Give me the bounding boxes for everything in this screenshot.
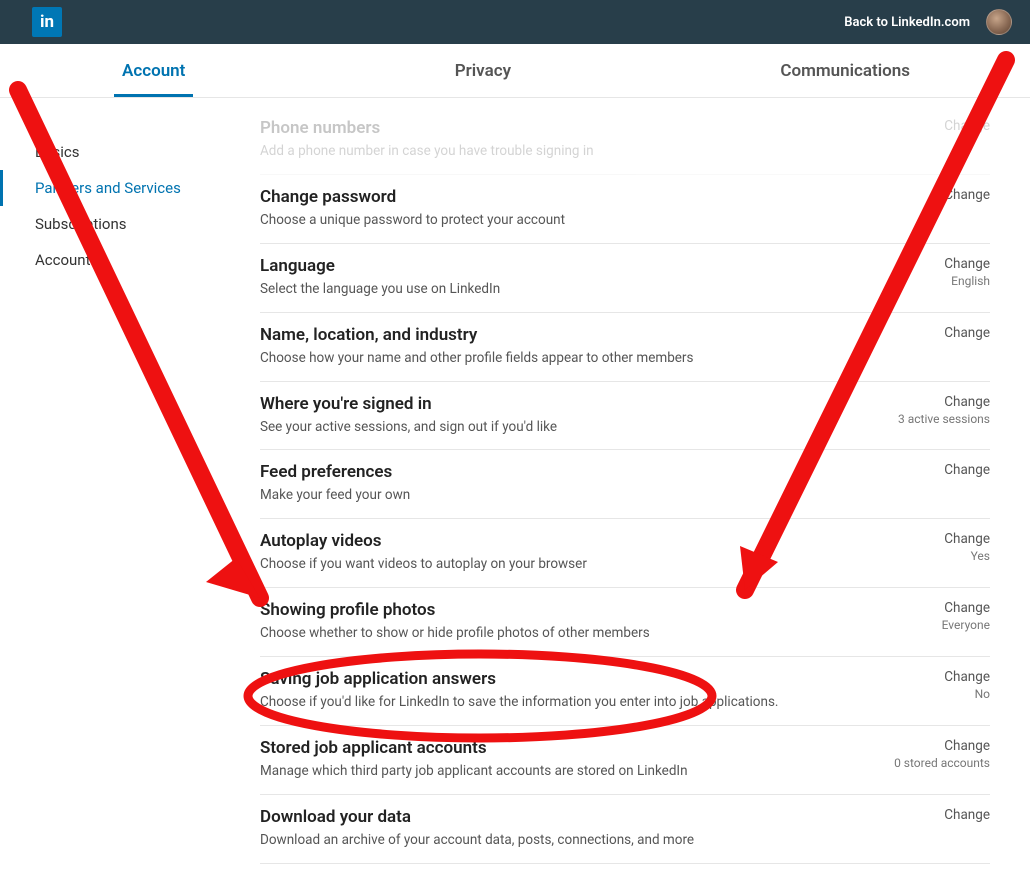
setting-value: 3 active sessions [870, 412, 990, 426]
setting-value: 0 stored accounts [870, 756, 990, 770]
tab-account[interactable]: Account [122, 44, 185, 97]
setting-left: Stored job applicant accounts Manage whi… [260, 738, 850, 781]
setting-desc: See your active sessions, and sign out i… [260, 418, 850, 437]
setting-title: Showing profile photos [260, 600, 850, 620]
setting-desc: Choose if you want videos to autoplay on… [260, 555, 850, 574]
setting-right: Change English [870, 256, 990, 288]
setting-left: Change password Choose a unique password… [260, 187, 850, 230]
setting-right: Change Yes [870, 531, 990, 563]
setting-right: Change 0 stored accounts [870, 738, 990, 770]
setting-desc: Choose a unique password to protect your… [260, 211, 850, 230]
app-header: in Back to LinkedIn.com [0, 0, 1030, 44]
change-link[interactable]: Change [870, 738, 990, 754]
setting-row-change-password[interactable]: Change password Choose a unique password… [260, 175, 990, 244]
setting-title: Download your data [260, 807, 850, 827]
setting-row-language[interactable]: Language Select the language you use on … [260, 244, 990, 313]
setting-row-feed-preferences[interactable]: Feed preferences Make your feed your own… [260, 450, 990, 519]
setting-desc: Manage which third party job applicant a… [260, 762, 850, 781]
setting-row-where-signed-in[interactable]: Where you're signed in See your active s… [260, 382, 990, 451]
setting-value: Everyone [870, 618, 990, 632]
setting-right: Change No [870, 669, 990, 701]
setting-row-saving-job-application-answers[interactable]: Saving job application answers Choose if… [260, 657, 990, 726]
change-link[interactable]: Change [870, 600, 990, 616]
change-link[interactable]: Change [870, 394, 990, 410]
setting-right: Change [870, 807, 990, 825]
settings-body: Basics Partners and Services Subscriptio… [0, 98, 1030, 884]
setting-desc: Choose how your name and other profile f… [260, 349, 850, 368]
setting-left: Phone numbers Add a phone number in case… [260, 118, 850, 161]
setting-desc: Choose whether to show or hide profile p… [260, 624, 850, 643]
setting-desc: Select the language you use on LinkedIn [260, 280, 850, 299]
setting-title: Stored job applicant accounts [260, 738, 850, 758]
sidebar-item-subscriptions[interactable]: Subscriptions [0, 206, 260, 242]
setting-title: Where you're signed in [260, 394, 850, 414]
setting-right: Change Everyone [870, 600, 990, 632]
setting-row-stored-job-applicant-accounts[interactable]: Stored job applicant accounts Manage whi… [260, 726, 990, 795]
change-link[interactable]: Change [870, 531, 990, 547]
change-link[interactable]: Change [870, 325, 990, 341]
change-link[interactable]: Change [870, 462, 990, 478]
sidebar-item-basics[interactable]: Basics [0, 134, 260, 170]
setting-right: Change [870, 462, 990, 480]
setting-left: Name, location, and industry Choose how … [260, 325, 850, 368]
setting-value: Yes [870, 549, 990, 563]
setting-title: Saving job application answers [260, 669, 850, 689]
avatar[interactable] [986, 9, 1012, 35]
setting-left: Autoplay videos Choose if you want video… [260, 531, 850, 574]
settings-main: Phone numbers Add a phone number in case… [260, 98, 1030, 884]
tab-privacy[interactable]: Privacy [455, 44, 511, 97]
setting-desc: Choose if you'd like for LinkedIn to sav… [260, 693, 850, 712]
setting-row-phone-numbers[interactable]: Phone numbers Add a phone number in case… [260, 106, 990, 175]
tab-communications[interactable]: Communications [780, 44, 910, 97]
setting-desc: Add a phone number in case you have trou… [260, 142, 850, 161]
header-right: Back to LinkedIn.com [844, 9, 1012, 35]
sidebar-item-account[interactable]: Account [0, 242, 260, 278]
setting-left: Saving job application answers Choose if… [260, 669, 850, 712]
setting-title: Language [260, 256, 850, 276]
setting-row-showing-profile-photos[interactable]: Showing profile photos Choose whether to… [260, 588, 990, 657]
settings-sidebar: Basics Partners and Services Subscriptio… [0, 98, 260, 884]
setting-title: Autoplay videos [260, 531, 850, 551]
change-link[interactable]: Change [870, 118, 990, 134]
setting-row-download-your-data[interactable]: Download your data Download an archive o… [260, 795, 990, 864]
setting-left: Showing profile photos Choose whether to… [260, 600, 850, 643]
setting-desc: Make your feed your own [260, 486, 850, 505]
setting-desc: Download an archive of your account data… [260, 831, 850, 850]
change-link[interactable]: Change [870, 187, 990, 203]
setting-title: Change password [260, 187, 850, 207]
setting-title: Name, location, and industry [260, 325, 850, 345]
setting-row-autoplay-videos[interactable]: Autoplay videos Choose if you want video… [260, 519, 990, 588]
setting-right: Change 3 active sessions [870, 394, 990, 426]
setting-title: Phone numbers [260, 118, 850, 138]
setting-left: Language Select the language you use on … [260, 256, 850, 299]
setting-title: Feed preferences [260, 462, 850, 482]
back-to-linkedin-link[interactable]: Back to LinkedIn.com [844, 15, 970, 30]
setting-left: Download your data Download an archive o… [260, 807, 850, 850]
setting-right: Change [870, 118, 990, 136]
sidebar-item-partners-services[interactable]: Partners and Services [0, 170, 260, 206]
settings-tabs: Account Privacy Communications [0, 44, 1030, 98]
setting-value: No [870, 687, 990, 701]
linkedin-logo-icon[interactable]: in [32, 7, 62, 37]
setting-right: Change [870, 325, 990, 343]
change-link[interactable]: Change [870, 669, 990, 685]
change-link[interactable]: Change [870, 807, 990, 823]
setting-row-name-location-industry[interactable]: Name, location, and industry Choose how … [260, 313, 990, 382]
change-link[interactable]: Change [870, 256, 990, 272]
setting-left: Feed preferences Make your feed your own [260, 462, 850, 505]
setting-left: Where you're signed in See your active s… [260, 394, 850, 437]
setting-right: Change [870, 187, 990, 205]
setting-value: English [870, 274, 990, 288]
